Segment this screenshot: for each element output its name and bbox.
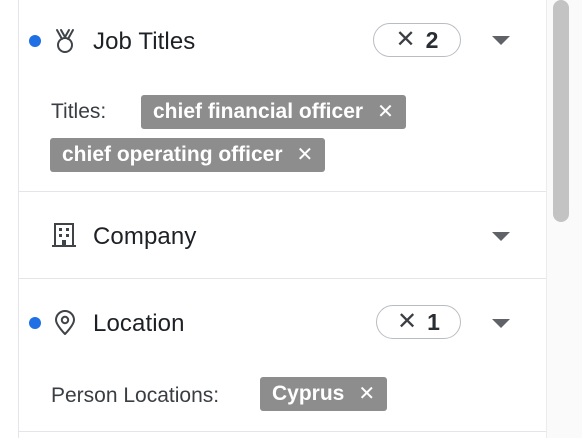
remove-tag-icon[interactable]: ✕ <box>297 145 314 165</box>
tag-label: chief operating officer <box>62 143 283 166</box>
clear-count-button[interactable]: ✕ 1 <box>376 305 461 339</box>
clear-icon: ✕ <box>395 26 416 53</box>
tag-label: chief financial officer <box>153 100 364 123</box>
selected-tag: Cyprus ✕ <box>260 377 388 411</box>
active-filter-dot <box>29 35 41 47</box>
active-filter-dot <box>29 317 41 329</box>
tag-label: Cyprus <box>272 382 345 405</box>
job-titles-section: Job Titles ✕ 2 Titles: chief financial o… <box>19 0 547 191</box>
filter-panel: Job Titles ✕ 2 Titles: chief financial o… <box>18 0 547 438</box>
clear-icon: ✕ <box>397 308 418 335</box>
chevron-down-icon[interactable] <box>492 36 510 45</box>
section-title[interactable]: Company <box>93 223 196 251</box>
location-section: Location ✕ 1 Person Locations: Cyprus ✕ <box>19 279 547 431</box>
chevron-down-icon[interactable] <box>492 319 510 328</box>
medal-icon <box>52 28 78 54</box>
selected-tag: chief operating officer ✕ <box>50 138 326 172</box>
company-section: Company <box>19 192 547 279</box>
section-title[interactable]: Location <box>93 310 185 338</box>
chevron-down-icon[interactable] <box>492 232 510 241</box>
section-divider <box>19 431 547 432</box>
field-label: Person Locations: <box>51 384 220 407</box>
filter-count: 1 <box>427 308 440 335</box>
scrollbar-thumb[interactable] <box>553 0 569 222</box>
field-label: Titles: <box>51 100 107 123</box>
section-title[interactable]: Job Titles <box>93 28 195 56</box>
clear-count-button[interactable]: ✕ 2 <box>373 23 461 57</box>
remove-tag-icon[interactable]: ✕ <box>358 384 375 404</box>
building-icon <box>51 222 77 248</box>
remove-tag-icon[interactable]: ✕ <box>377 102 394 122</box>
selected-tag: chief financial officer ✕ <box>141 95 406 129</box>
filter-count: 2 <box>425 26 439 53</box>
map-pin-icon <box>52 310 78 336</box>
